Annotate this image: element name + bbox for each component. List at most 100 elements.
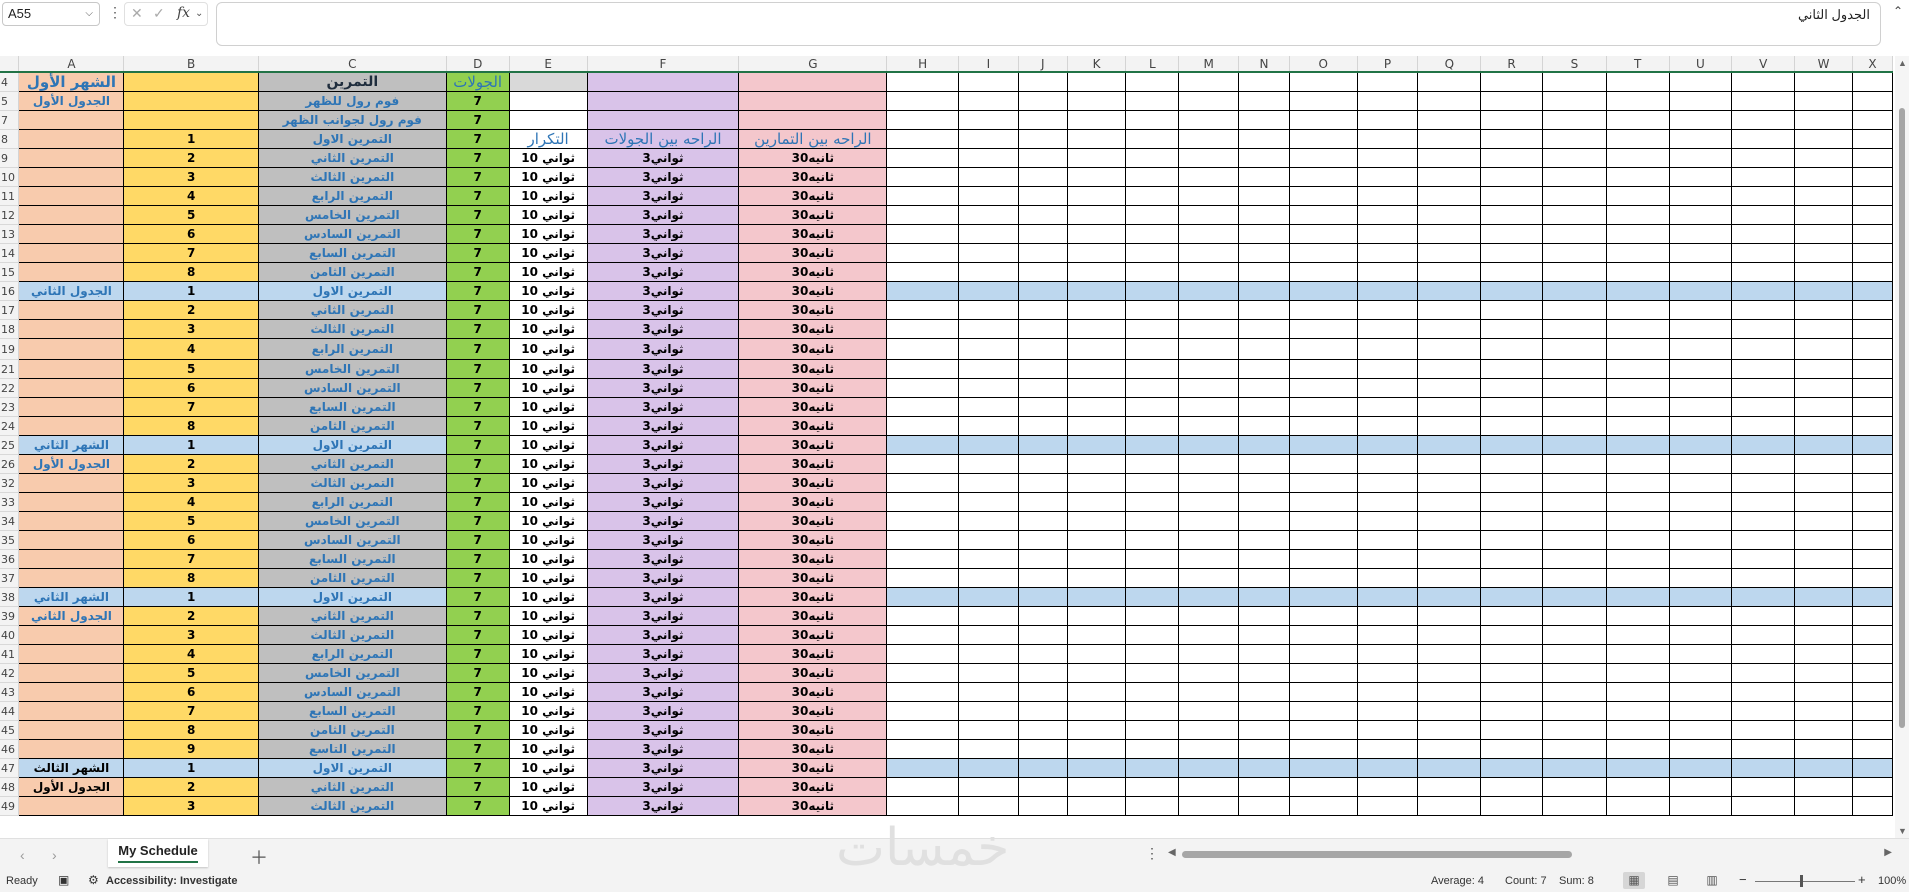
empty-cell[interactable] bbox=[1480, 777, 1543, 797]
empty-cell[interactable] bbox=[1238, 300, 1290, 320]
column-header[interactable]: X bbox=[1852, 56, 1893, 73]
empty-cell[interactable] bbox=[958, 378, 1019, 398]
cell-d[interactable]: 7 bbox=[445, 319, 510, 339]
empty-cell[interactable] bbox=[1480, 473, 1543, 493]
cell-c[interactable]: التمرين السابع bbox=[257, 701, 447, 721]
cell-a[interactable] bbox=[18, 416, 125, 436]
cell-d[interactable]: 7 bbox=[445, 739, 510, 759]
page-break-view-icon[interactable]: ▥ bbox=[1701, 872, 1723, 889]
empty-cell[interactable] bbox=[1794, 606, 1853, 626]
empty-cell[interactable] bbox=[1017, 148, 1068, 168]
empty-cell[interactable] bbox=[1066, 568, 1127, 588]
empty-cell[interactable] bbox=[1541, 739, 1607, 759]
empty-cell[interactable] bbox=[1541, 91, 1607, 111]
cell-a[interactable] bbox=[18, 739, 125, 759]
empty-cell[interactable] bbox=[1480, 454, 1543, 474]
empty-cell[interactable] bbox=[886, 300, 960, 320]
cell-a[interactable] bbox=[18, 663, 125, 683]
empty-cell[interactable] bbox=[1178, 549, 1240, 569]
empty-cell[interactable] bbox=[1066, 71, 1127, 92]
cell-c[interactable]: التمرين التاسع bbox=[257, 739, 447, 759]
cell-f[interactable]: 3ثواني bbox=[586, 243, 740, 263]
column-header[interactable]: B bbox=[123, 56, 259, 73]
empty-cell[interactable] bbox=[1417, 281, 1482, 301]
empty-cell[interactable] bbox=[886, 758, 960, 778]
cell-b[interactable]: 8 bbox=[123, 416, 259, 436]
empty-cell[interactable] bbox=[1125, 262, 1180, 282]
row-header[interactable]: 15 bbox=[0, 262, 20, 282]
cell-b[interactable]: 5 bbox=[123, 511, 259, 531]
empty-cell[interactable] bbox=[1605, 492, 1670, 512]
cell-f[interactable]: 3ثواني bbox=[586, 625, 740, 645]
cell-a[interactable]: الجدول الثاني bbox=[18, 606, 125, 626]
empty-cell[interactable] bbox=[1178, 473, 1240, 493]
cell-c[interactable]: التمرين الثاني bbox=[257, 300, 447, 320]
cell-c[interactable]: التمرين الثالث bbox=[257, 796, 447, 816]
empty-cell[interactable] bbox=[1605, 338, 1670, 360]
empty-cell[interactable] bbox=[1125, 397, 1180, 417]
cell-a[interactable] bbox=[18, 568, 125, 588]
empty-cell[interactable] bbox=[1288, 473, 1358, 493]
empty-cell[interactable] bbox=[1731, 701, 1796, 721]
empty-cell[interactable] bbox=[1605, 511, 1670, 531]
empty-cell[interactable] bbox=[958, 167, 1019, 187]
empty-cell[interactable] bbox=[1066, 148, 1127, 168]
cell-b[interactable]: 1 bbox=[123, 758, 259, 778]
empty-cell[interactable] bbox=[1238, 110, 1290, 130]
empty-cell[interactable] bbox=[1356, 796, 1419, 816]
empty-cell[interactable] bbox=[1541, 338, 1607, 360]
empty-cell[interactable] bbox=[1794, 492, 1853, 512]
empty-cell[interactable] bbox=[1480, 644, 1543, 664]
empty-cell[interactable] bbox=[1794, 300, 1853, 320]
empty-cell[interactable] bbox=[1178, 167, 1240, 187]
cell-d[interactable]: 7 bbox=[445, 378, 510, 398]
empty-cell[interactable] bbox=[1178, 606, 1240, 626]
empty-cell[interactable] bbox=[1125, 71, 1180, 92]
empty-cell[interactable] bbox=[1178, 338, 1240, 360]
empty-cell[interactable] bbox=[1066, 129, 1127, 149]
empty-cell[interactable] bbox=[1541, 378, 1607, 398]
column-header[interactable]: H bbox=[886, 56, 960, 73]
empty-cell[interactable] bbox=[1541, 606, 1607, 626]
row-header[interactable]: 34 bbox=[0, 511, 20, 531]
cell-d[interactable]: 7 bbox=[445, 359, 510, 379]
cell-e[interactable]: 10 ثواني bbox=[508, 701, 588, 721]
prev-sheet-icon[interactable]: ‹ bbox=[20, 847, 25, 863]
empty-cell[interactable] bbox=[1417, 587, 1482, 607]
empty-cell[interactable] bbox=[1605, 720, 1670, 740]
empty-cell[interactable] bbox=[1417, 511, 1482, 531]
empty-cell[interactable] bbox=[1794, 777, 1853, 797]
empty-cell[interactable] bbox=[958, 796, 1019, 816]
cell-d[interactable]: 7 bbox=[445, 416, 510, 436]
cell-g[interactable]: 30ثانيه bbox=[738, 530, 888, 550]
empty-cell[interactable] bbox=[1417, 205, 1482, 225]
cell-e[interactable]: 10 ثواني bbox=[508, 625, 588, 645]
empty-cell[interactable] bbox=[1541, 625, 1607, 645]
cell-f[interactable]: 3ثواني bbox=[586, 359, 740, 379]
empty-cell[interactable] bbox=[1605, 129, 1670, 149]
empty-cell[interactable] bbox=[958, 549, 1019, 569]
empty-cell[interactable] bbox=[1356, 319, 1419, 339]
row-header[interactable]: 45 bbox=[0, 720, 20, 740]
empty-cell[interactable] bbox=[1794, 758, 1853, 778]
empty-cell[interactable] bbox=[1417, 129, 1482, 149]
empty-cell[interactable] bbox=[1288, 397, 1358, 417]
empty-cell[interactable] bbox=[1356, 492, 1419, 512]
empty-cell[interactable] bbox=[1017, 644, 1068, 664]
empty-cell[interactable] bbox=[1417, 454, 1482, 474]
page-layout-view-icon[interactable]: ▤ bbox=[1662, 872, 1684, 889]
empty-cell[interactable] bbox=[1794, 473, 1853, 493]
column-header[interactable]: O bbox=[1289, 56, 1358, 73]
row-header[interactable]: 17 bbox=[0, 300, 20, 320]
cell-d[interactable]: 7 bbox=[445, 435, 510, 455]
empty-cell[interactable] bbox=[1480, 186, 1543, 206]
cell-d[interactable]: 7 bbox=[445, 91, 510, 111]
cell-e[interactable]: 10 ثواني bbox=[508, 530, 588, 550]
empty-cell[interactable] bbox=[1731, 167, 1796, 187]
empty-cell[interactable] bbox=[1794, 186, 1853, 206]
empty-cell[interactable] bbox=[1851, 300, 1893, 320]
empty-cell[interactable] bbox=[1480, 549, 1543, 569]
empty-cell[interactable] bbox=[1851, 663, 1893, 683]
empty-cell[interactable] bbox=[1731, 378, 1796, 398]
empty-cell[interactable] bbox=[1238, 319, 1290, 339]
